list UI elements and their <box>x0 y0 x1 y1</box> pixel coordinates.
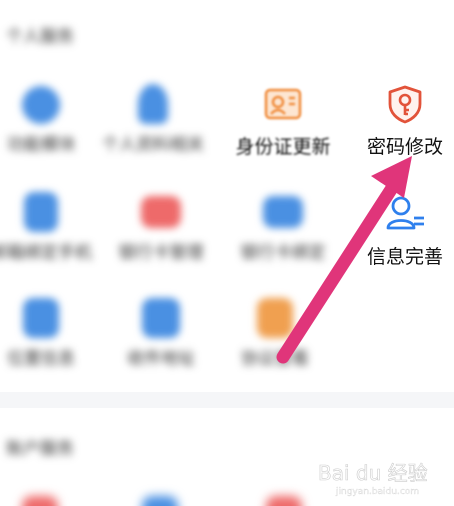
grid-item-row3-1[interactable]: 位置信息 <box>0 296 96 384</box>
partial-icon <box>22 496 58 506</box>
grid-item-label: 身份证更新 <box>235 136 331 158</box>
bank-card-icon <box>263 196 303 228</box>
grid-item-row3-3[interactable]: 协议查看 <box>220 296 330 384</box>
grid-item-row1-1[interactable]: 功能模块 <box>0 82 96 170</box>
grid-item-row2-2[interactable]: 银行卡管理 <box>106 190 216 278</box>
baidu-watermark: Bai du 经验 jingyan.baidu.com <box>318 461 428 497</box>
grid-item-label: 密码修改 <box>366 136 443 158</box>
grid-item-label: 个人资料相关 <box>102 135 204 155</box>
badge-icon <box>24 192 58 232</box>
card-icon <box>141 196 181 228</box>
grid-item-row3-2[interactable]: 收件地址 <box>106 296 216 384</box>
grid-item-row2-1[interactable]: 邮箱绑定手机 <box>0 190 96 278</box>
grid-item-label: 银行卡管理 <box>118 243 204 263</box>
globe-icon <box>22 86 60 124</box>
grid-item-password-change[interactable]: 密码修改 <box>350 84 454 172</box>
user-edit-icon <box>386 196 424 230</box>
grid-item-label: 信息完善 <box>366 246 443 268</box>
grid-item-label: 收件地址 <box>127 349 195 369</box>
watermark-subtext: jingyan.baidu.com <box>335 487 419 497</box>
grid-item-row1-2[interactable]: 个人资料相关 <box>98 82 208 170</box>
grid-item-id-update[interactable]: 身份证更新 <box>228 84 338 172</box>
grid-item-info-complete[interactable]: 信息完善 <box>350 194 454 282</box>
person-icon <box>138 84 168 124</box>
personal-services-card: 个人服务 功能模块 个人资料相关 身份证更新 密码修改 邮箱绑定手机 银行卡管理… <box>0 0 454 392</box>
section-title-account: 账户服务 <box>6 439 74 459</box>
grid-item-label: 银行卡绑定 <box>240 243 326 263</box>
shield-key-icon <box>388 85 422 124</box>
grid-item-label: 协议查看 <box>241 349 309 369</box>
grid-item-label: 功能模块 <box>7 135 75 155</box>
partial-icon <box>142 496 178 506</box>
grid-item-label: 邮箱绑定手机 <box>0 243 92 263</box>
doc-icon <box>23 298 59 338</box>
note-icon <box>257 298 293 338</box>
grid-item-label: 位置信息 <box>7 349 75 369</box>
folder-icon <box>142 298 180 338</box>
grid-item-row2-3[interactable]: 银行卡绑定 <box>228 190 338 278</box>
settings-screen: 个人服务 功能模块 个人资料相关 身份证更新 密码修改 邮箱绑定手机 银行卡管理… <box>0 0 454 506</box>
watermark-text: Bai du 经验 <box>318 461 428 485</box>
section-title-personal: 个人服务 <box>6 27 74 47</box>
id-card-icon <box>264 88 302 120</box>
partial-icon <box>266 496 302 506</box>
